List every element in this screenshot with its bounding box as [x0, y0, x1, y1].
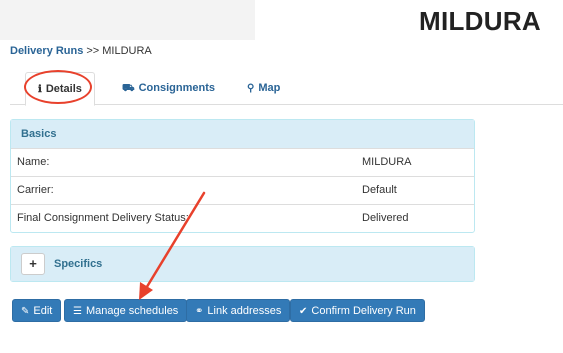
- tab-map-label: Map: [258, 82, 281, 94]
- manage-schedules-button[interactable]: ☰ Manage schedules: [64, 299, 188, 322]
- specifics-heading: Specifics: [54, 258, 103, 270]
- annotation-circle: [24, 70, 92, 104]
- basics-panel: Basics Name: MILDURA Carrier: Default Fi…: [10, 119, 475, 233]
- basics-row-value: Delivered: [362, 212, 409, 224]
- specifics-panel: + Specifics: [10, 246, 475, 282]
- tab-map[interactable]: ⚲ Map: [247, 72, 280, 104]
- breadcrumb-delivery-runs-link[interactable]: Delivery Runs: [10, 45, 83, 57]
- link-addresses-button[interactable]: ⚭ Link addresses: [186, 299, 291, 322]
- map-marker-icon: ⚲: [247, 83, 255, 94]
- breadcrumb-current: MILDURA: [102, 45, 152, 57]
- basics-row-carrier: Carrier: Default: [11, 176, 474, 204]
- confirm-delivery-run-label: Confirm Delivery Run: [311, 305, 416, 317]
- basics-row-label: Final Consignment Delivery Status:: [17, 212, 189, 224]
- expand-button[interactable]: +: [21, 253, 45, 275]
- page-title: MILDURA: [419, 6, 541, 36]
- list-icon: ☰: [73, 306, 82, 317]
- basics-heading: Basics: [11, 120, 474, 148]
- link-icon: ⚭: [195, 306, 204, 317]
- pencil-icon: ✎: [21, 306, 30, 317]
- edit-button-label: Edit: [33, 305, 53, 317]
- confirm-delivery-run-button[interactable]: ✔ Confirm Delivery Run: [290, 299, 425, 322]
- basics-row-label: Name:: [17, 156, 50, 168]
- basics-row-value: MILDURA: [362, 156, 412, 168]
- basics-row-name: Name: MILDURA: [11, 148, 474, 176]
- manage-schedules-label: Manage schedules: [85, 305, 179, 317]
- truck-icon: ⛟: [122, 83, 135, 94]
- tab-consignments-label: Consignments: [138, 82, 215, 94]
- edit-button[interactable]: ✎ Edit: [12, 299, 62, 322]
- basics-row-value: Default: [362, 184, 397, 196]
- tab-bar: ℹ Details ⛟ Consignments ⚲ Map: [10, 72, 563, 106]
- breadcrumb: Delivery Runs >> MILDURA: [10, 45, 152, 57]
- basics-row-label: Carrier:: [17, 184, 54, 196]
- tab-consignments[interactable]: ⛟ Consignments: [122, 72, 215, 104]
- basics-row-status: Final Consignment Delivery Status: Deliv…: [11, 204, 474, 232]
- specifics-header: + Specifics: [11, 247, 474, 281]
- breadcrumb-separator: >>: [86, 45, 100, 57]
- link-addresses-label: Link addresses: [207, 305, 282, 317]
- check-icon: ✔: [299, 306, 308, 317]
